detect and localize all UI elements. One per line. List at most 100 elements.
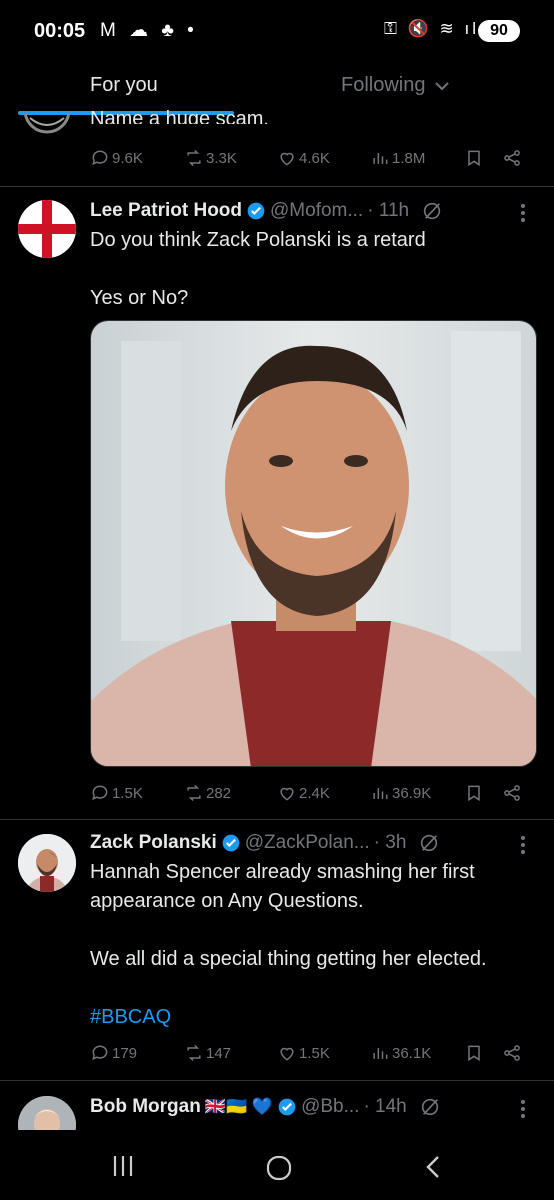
reply-icon (92, 150, 108, 166)
tab-following[interactable]: Following (341, 74, 451, 97)
reply-count: 1.5K (112, 784, 143, 802)
divider (0, 1080, 554, 1081)
status-right-icons: ⚿ 🔇 ≋ ıl (384, 19, 480, 38)
divider (0, 186, 554, 187)
tweet-text: We all did a special thing getting her e… (90, 948, 487, 970)
repost-icon (187, 149, 201, 167)
views-icon (373, 1048, 388, 1059)
share-button[interactable] (502, 783, 522, 803)
tweet-header: Zack Polanski @ZackPolan... · 3h (90, 832, 440, 854)
tab-following-label: Following (341, 74, 426, 96)
back-icon[interactable] (422, 1154, 444, 1180)
divider (0, 819, 554, 820)
views-icon (373, 788, 388, 799)
bookmark-icon (468, 1045, 480, 1062)
verified-icon (222, 834, 240, 852)
flags: 🇬🇧🇺🇦 💙 (204, 1097, 274, 1116)
repost-count: 3.3K (206, 149, 237, 167)
repost-icon (187, 1044, 201, 1062)
repost-count: 147 (206, 1044, 232, 1062)
repost-button[interactable]: 147 (184, 1043, 231, 1063)
avatar[interactable] (20, 114, 74, 140)
reply-button[interactable]: 179 (90, 1043, 137, 1063)
reply-button[interactable]: 9.6K (90, 148, 143, 168)
status-left-icons: M ☁ ♣ • (100, 20, 198, 41)
views-count: 36.1K (392, 1044, 432, 1062)
share-button[interactable] (502, 148, 522, 168)
bookmark-button[interactable] (464, 783, 484, 803)
tweet-time: · 3h (373, 832, 407, 853)
repost-icon (187, 784, 201, 802)
tweet-header: Bob Morgan 🇬🇧🇺🇦 💙 @Bb... · 14h (90, 1096, 441, 1118)
author-handle[interactable]: @ZackPolan... (245, 832, 370, 854)
share-icon (504, 150, 520, 166)
tweet-time: · 14h (363, 1096, 407, 1117)
reply-count: 179 (112, 1044, 138, 1062)
avatar[interactable] (18, 834, 76, 892)
reply-icon (92, 785, 108, 801)
tweet-time: · 11h (367, 200, 410, 221)
tweet-text: Hannah Spencer already smashing her firs… (90, 861, 475, 912)
avatar[interactable] (18, 200, 76, 258)
more-icon[interactable] (515, 1098, 531, 1120)
views-count: 36.9K (392, 784, 432, 802)
england-flag-icon (18, 200, 76, 258)
more-icon[interactable] (515, 834, 531, 856)
like-count: 1.5K (299, 1044, 330, 1062)
heart-icon (280, 787, 294, 801)
tweet-text: Do you think Zack Polanski is a retard (90, 229, 426, 251)
author-name[interactable]: Zack Polanski (90, 832, 217, 854)
tweet-text: Name a huge scam. (90, 108, 269, 124)
bookmark-button[interactable] (464, 1043, 484, 1063)
bookmark-icon (468, 150, 480, 167)
tweet-image[interactable] (90, 320, 537, 767)
share-icon (504, 1045, 520, 1061)
views-button[interactable]: 36.1K (370, 1043, 431, 1063)
share-button[interactable] (502, 1043, 522, 1063)
verified-icon (247, 202, 265, 220)
tweet-actions: 1.5K 282 2.4K 36.9K (90, 783, 530, 807)
reply-button[interactable]: 1.5K (90, 783, 143, 803)
status-time: 00:05 (34, 20, 86, 42)
share-icon (504, 785, 520, 801)
reply-icon (92, 1045, 108, 1061)
grok-icon[interactable] (419, 1096, 441, 1118)
bookmark-button[interactable] (464, 148, 484, 168)
recent-apps-icon[interactable] (110, 1154, 136, 1178)
more-icon[interactable] (515, 202, 531, 224)
author-name[interactable]: Lee Patriot Hood (90, 200, 242, 222)
author-handle[interactable]: @Bb... (301, 1096, 359, 1118)
heart-icon (280, 152, 294, 166)
like-count: 2.4K (299, 784, 330, 802)
views-button[interactable]: 1.8M (370, 148, 425, 168)
tweet-header: Lee Patriot Hood @Mofom... · 11h (90, 200, 443, 222)
home-icon[interactable] (265, 1154, 293, 1182)
hashtag-link[interactable]: #BBCAQ (90, 1003, 540, 1032)
tweet-text: Yes or No? (90, 287, 189, 309)
repost-button[interactable]: 282 (184, 783, 231, 803)
verified-icon (278, 1098, 296, 1116)
repost-button[interactable]: 3.3K (184, 148, 237, 168)
grok-icon[interactable] (418, 832, 440, 854)
bookmark-icon (468, 785, 480, 802)
chevron-down-icon (435, 82, 449, 91)
grok-icon[interactable] (421, 200, 443, 222)
like-button[interactable]: 4.6K (277, 148, 330, 168)
like-button[interactable]: 2.4K (277, 783, 330, 803)
views-button[interactable]: 36.9K (370, 783, 431, 803)
system-nav-bar (0, 1130, 554, 1200)
tweet-actions: 179 147 1.5K 36.1K (90, 1043, 530, 1067)
like-count: 4.6K (299, 149, 330, 167)
repost-count: 282 (206, 784, 232, 802)
views-count: 1.8M (392, 149, 426, 167)
heart-icon (280, 1047, 294, 1061)
tab-for-you[interactable]: For you (90, 74, 158, 97)
reply-count: 9.6K (112, 149, 143, 167)
author-name[interactable]: Bob Morgan (90, 1096, 201, 1118)
battery-badge: 90 (478, 20, 520, 42)
author-handle[interactable]: @Mofom... (270, 200, 363, 222)
like-button[interactable]: 1.5K (277, 1043, 330, 1063)
status-bar: 00:05 M ☁ ♣ • ⚿ 🔇 ≋ ıl 90 (0, 0, 554, 62)
views-icon (373, 153, 388, 164)
tweet-actions: 9.6K 3.3K 4.6K 1.8M (90, 148, 530, 172)
